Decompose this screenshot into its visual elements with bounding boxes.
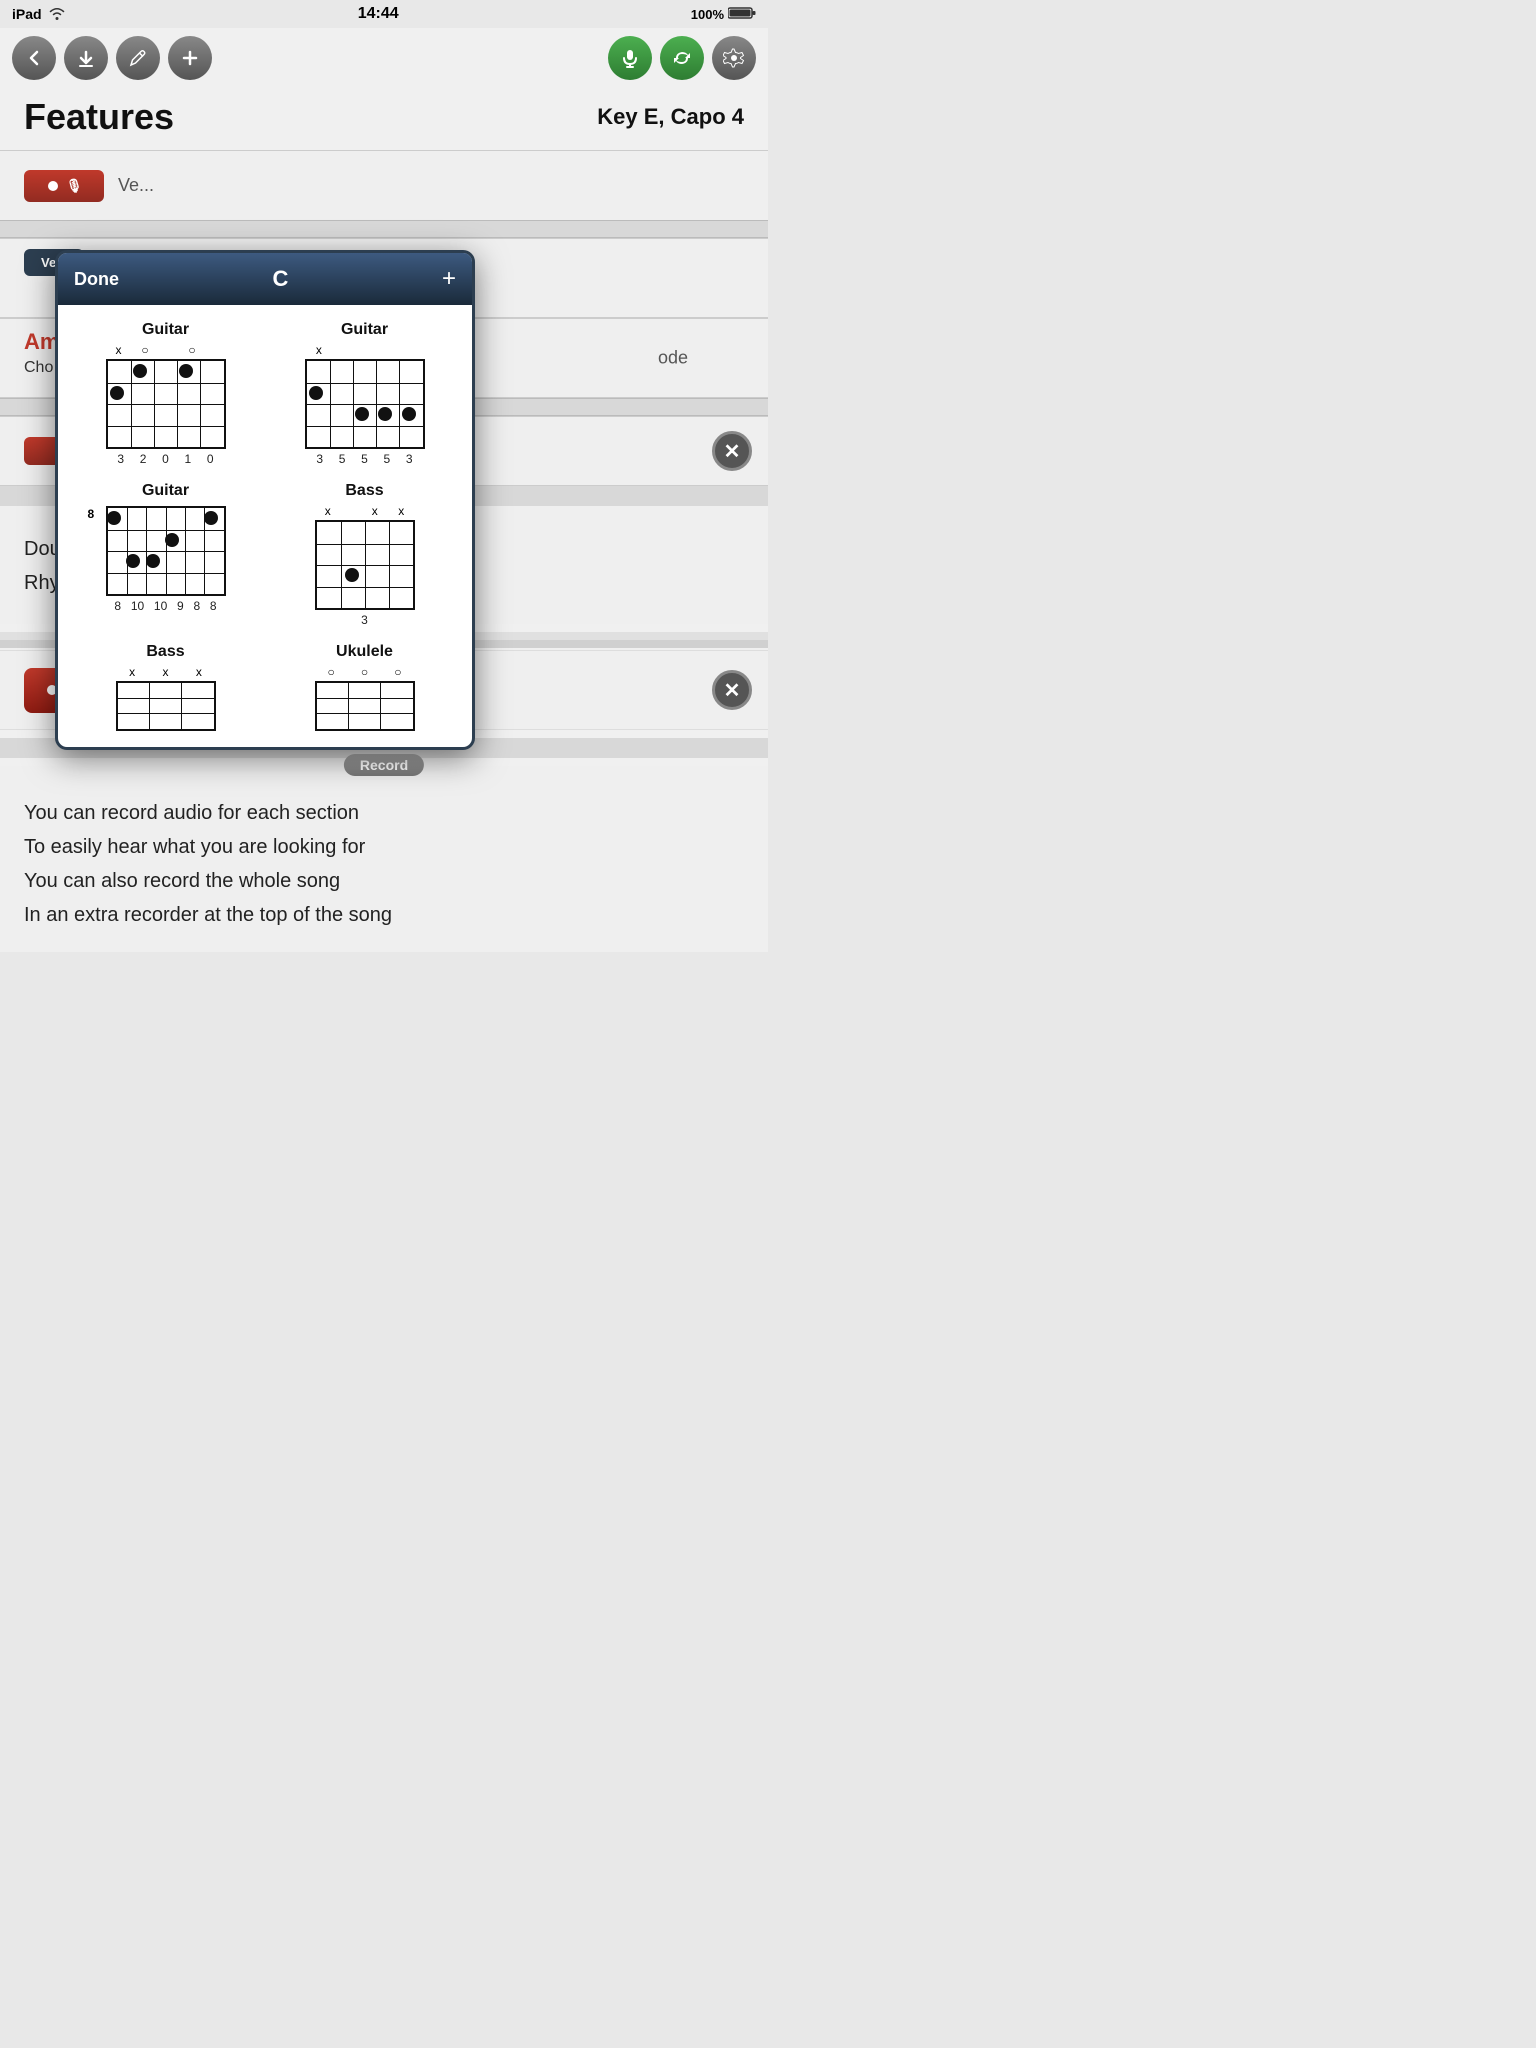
chord-instrument-label-5: Bass — [146, 643, 184, 661]
battery-icon — [728, 6, 756, 23]
record-info-text: You can record audio for each section To… — [24, 796, 744, 932]
section-dismiss-button[interactable]: ✕ — [712, 431, 752, 471]
verse-section: 🎙 Ve... — [0, 150, 768, 220]
chord-diagram-guitar1: Guitar x ○ ○ — [74, 321, 257, 466]
toolbar-left — [12, 36, 212, 80]
status-left: iPad — [12, 6, 66, 23]
record-info-label: Record — [344, 754, 424, 776]
mode-text: ode — [658, 348, 688, 369]
chord-diagram-ukulele1: Ukulele ○○○ — [273, 643, 456, 731]
page-header: Features Key E, Capo 4 — [0, 88, 768, 150]
download-button[interactable] — [64, 36, 108, 80]
mic-button[interactable] — [608, 36, 652, 80]
record-dismiss-button[interactable]: ✕ — [712, 670, 752, 710]
chord-modal-done-button[interactable]: Done — [74, 269, 119, 290]
status-bar: iPad 14:44 100% — [0, 0, 768, 28]
status-right: 100% — [691, 6, 756, 23]
chord-instrument-label-3: Guitar — [142, 482, 189, 500]
verse-record-button[interactable]: 🎙 — [24, 170, 104, 202]
chord-diagram-guitar3: Guitar 8 — [74, 482, 257, 627]
chord-diagram-bass2: Bass xxx — [74, 643, 257, 731]
chord-modal-add-button[interactable]: + — [442, 265, 456, 293]
main-content: 🎙 Ve... Ve... C Add... Am Cho — [0, 150, 768, 952]
chord-modal-header: Done C + — [58, 253, 472, 305]
page-title: Features — [24, 96, 174, 138]
add-button[interactable] — [168, 36, 212, 80]
key-label: Key E, Capo 4 — [597, 104, 744, 130]
edit-button[interactable] — [116, 36, 160, 80]
verse-section-text: Ve... — [118, 175, 154, 196]
refresh-button[interactable] — [660, 36, 704, 80]
chord-instrument-label-2: Guitar — [341, 321, 388, 339]
record-info-section: Record You can record audio for each sec… — [0, 766, 768, 952]
settings-button[interactable] — [712, 36, 756, 80]
verse-record-label: 🎙 — [66, 178, 83, 194]
toolbar — [0, 28, 768, 88]
chord-instrument-label: Guitar — [142, 321, 189, 339]
chord-modal-title: C — [273, 266, 289, 292]
battery-label: 100% — [691, 7, 724, 22]
chord-diagram-bass1: Bass xxx 3 — [273, 482, 456, 627]
device-label: iPad — [12, 6, 42, 22]
toolbar-right — [608, 36, 756, 80]
chord-modal: Done C + Guitar x ○ ○ — [55, 250, 475, 750]
chord-instrument-label-6: Ukulele — [336, 643, 393, 661]
chord-instrument-label-4: Bass — [345, 482, 383, 500]
chord-diagram-guitar2: Guitar x — [273, 321, 456, 466]
time-label: 14:44 — [358, 5, 399, 23]
chord-modal-body: Guitar x ○ ○ — [58, 305, 472, 747]
back-button[interactable] — [12, 36, 56, 80]
wifi-icon — [48, 6, 66, 23]
